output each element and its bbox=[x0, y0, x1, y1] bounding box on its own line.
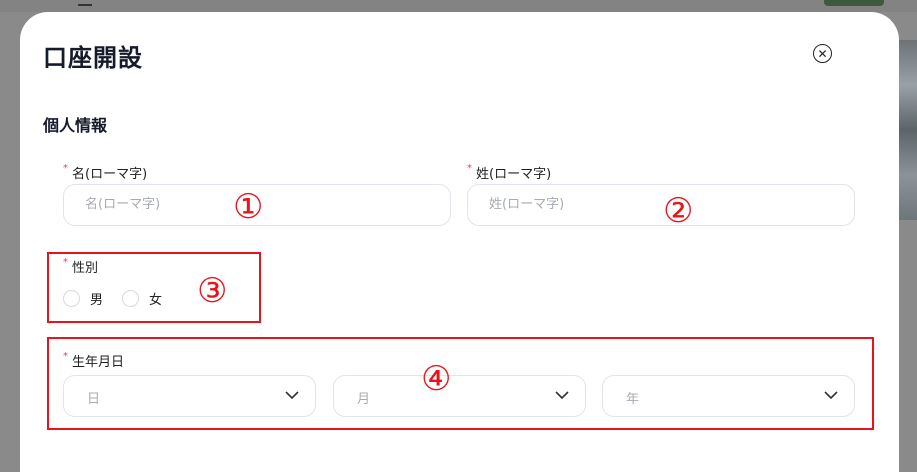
annotation-marker-1: ① bbox=[233, 187, 264, 227]
annotation-marker-2: ② bbox=[663, 191, 694, 231]
close-button[interactable]: ✕ bbox=[813, 44, 832, 63]
required-mark: * bbox=[63, 163, 68, 174]
annotation-box-birthday bbox=[47, 337, 874, 430]
background-page bbox=[0, 0, 917, 12]
first-name-label: * 名(ローマ字) bbox=[63, 163, 148, 182]
modal-title: 口座開設 bbox=[43, 44, 143, 72]
close-circle-icon: ✕ bbox=[817, 46, 828, 61]
section-title: 個人情報 bbox=[43, 116, 108, 135]
required-mark: * bbox=[467, 163, 472, 174]
annotation-marker-3: ③ bbox=[197, 271, 228, 311]
last-name-input[interactable] bbox=[467, 184, 855, 226]
last-name-label: * 姓(ローマ字) bbox=[467, 163, 552, 182]
annotation-box-gender bbox=[47, 252, 261, 323]
annotation-marker-4: ④ bbox=[421, 359, 452, 399]
background-button bbox=[824, 0, 884, 6]
background-menu-mark bbox=[78, 0, 92, 6]
